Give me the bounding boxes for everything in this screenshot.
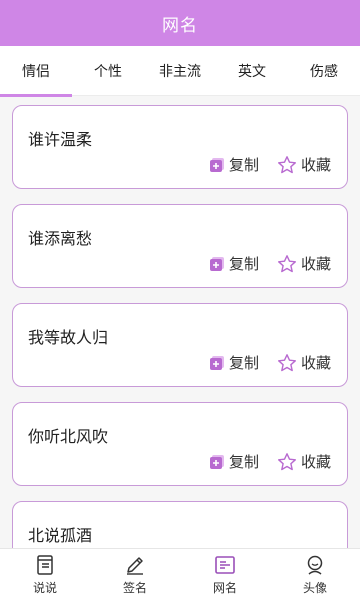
name-card: 我等故人归 复制 收藏	[12, 303, 348, 387]
copy-button[interactable]: 复制	[209, 154, 259, 175]
copy-label: 复制	[228, 354, 259, 372]
nav-item-avatar[interactable]: 头像	[270, 549, 360, 600]
avatar-icon	[307, 555, 323, 575]
favorite-label: 收藏	[300, 453, 331, 471]
favorite-button[interactable]: 收藏	[277, 253, 331, 274]
name-text: 北说孤酒	[28, 526, 93, 545]
tab-label: 情侣	[22, 63, 50, 80]
nav-label: 头像	[302, 581, 327, 595]
tab-couple[interactable]: 情侣	[0, 46, 72, 97]
nav-item-signature[interactable]: 签名	[90, 549, 180, 600]
name-text: 谁许温柔	[28, 130, 93, 149]
name-card: 谁添离愁 复制 收藏	[12, 204, 348, 288]
tab-personality[interactable]: 个性	[72, 46, 144, 96]
name-card-icon	[215, 556, 235, 574]
nav-item-talk[interactable]: 说说	[0, 549, 90, 600]
favorite-button[interactable]: 收藏	[277, 352, 331, 373]
name-text: 你听北风吹	[28, 427, 109, 446]
favorite-button[interactable]: 收藏	[277, 154, 331, 175]
copy-button[interactable]: 复制	[209, 253, 259, 274]
star-icon	[277, 452, 296, 470]
tab-label: 英文	[238, 63, 266, 80]
copy-button[interactable]: 复制	[209, 352, 259, 373]
category-tabs: 情侣 个性 非主流 英文 伤感	[0, 46, 360, 97]
favorite-label: 收藏	[300, 354, 331, 372]
bottom-nav: 说说 签名 网名 头像	[0, 548, 360, 600]
star-icon	[277, 254, 296, 272]
name-text: 我等故人归	[28, 328, 109, 347]
nav-item-nickname[interactable]: 网名	[180, 549, 270, 600]
copy-label: 复制	[228, 453, 259, 471]
book-icon	[37, 555, 53, 575]
name-card: 北说孤酒 复制 收藏	[12, 501, 348, 548]
tab-sad[interactable]: 伤感	[288, 46, 360, 96]
copy-label: 复制	[228, 255, 259, 273]
tab-label: 个性	[94, 63, 122, 80]
tab-non-mainstream[interactable]: 非主流	[144, 46, 216, 96]
nav-label: 说说	[32, 581, 57, 595]
tab-label: 非主流	[159, 63, 201, 80]
tab-english[interactable]: 英文	[216, 46, 288, 96]
tab-label: 伤感	[310, 63, 338, 80]
star-icon	[277, 155, 296, 173]
name-list[interactable]: 谁许温柔 复制 收藏 谁添离愁 复制 收藏 我等故人归 复制 收藏 你听北风吹 …	[0, 96, 360, 548]
name-card: 你听北风吹 复制 收藏	[12, 402, 348, 486]
copy-icon	[209, 157, 224, 172]
favorite-label: 收藏	[300, 156, 331, 174]
copy-icon	[209, 355, 224, 370]
pen-icon	[127, 557, 143, 575]
nav-label: 签名	[122, 581, 147, 595]
app-bar: 网名	[0, 0, 360, 46]
copy-icon	[209, 256, 224, 271]
copy-icon	[209, 454, 224, 469]
page-title: 网名	[162, 15, 198, 36]
nav-label: 网名	[212, 581, 237, 595]
star-icon	[277, 353, 296, 371]
copy-label: 复制	[228, 156, 259, 174]
favorite-button[interactable]: 收藏	[277, 451, 331, 472]
name-text: 谁添离愁	[28, 229, 93, 248]
name-card: 谁许温柔 复制 收藏	[12, 105, 348, 189]
copy-button[interactable]: 复制	[209, 451, 259, 472]
favorite-label: 收藏	[300, 255, 331, 273]
